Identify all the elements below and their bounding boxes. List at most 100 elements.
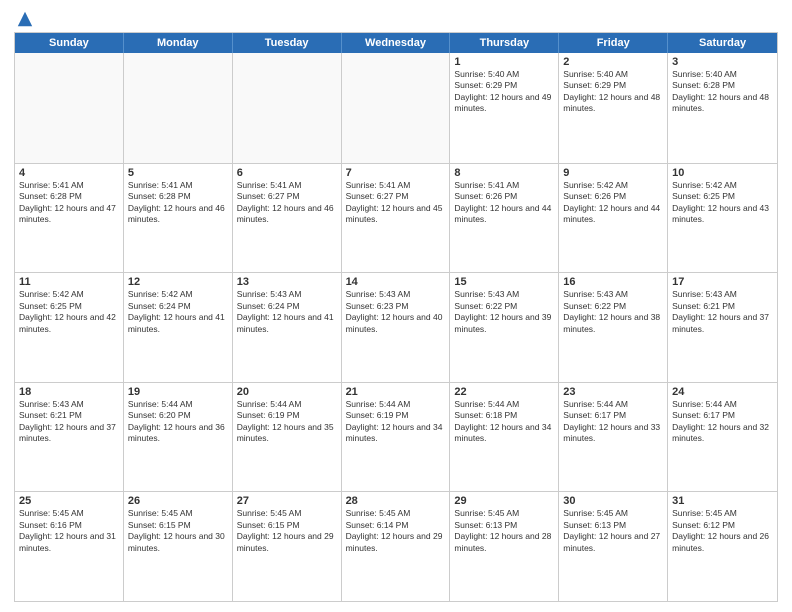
day-info: Sunrise: 5:43 AMSunset: 6:24 PMDaylight:…: [237, 289, 337, 335]
day-number: 16: [563, 276, 663, 288]
day-number: 21: [346, 386, 446, 398]
calendar-row-4: 18Sunrise: 5:43 AMSunset: 6:21 PMDayligh…: [15, 382, 777, 492]
day-number: 11: [19, 276, 119, 288]
day-info: Sunrise: 5:45 AMSunset: 6:14 PMDaylight:…: [346, 508, 446, 554]
header: [14, 10, 778, 28]
day-info: Sunrise: 5:43 AMSunset: 6:21 PMDaylight:…: [672, 289, 773, 335]
calendar-cell: 3Sunrise: 5:40 AMSunset: 6:28 PMDaylight…: [668, 53, 777, 163]
day-info: Sunrise: 5:40 AMSunset: 6:28 PMDaylight:…: [672, 69, 773, 115]
day-number: 18: [19, 386, 119, 398]
calendar-cell: [233, 53, 342, 163]
calendar-cell: 30Sunrise: 5:45 AMSunset: 6:13 PMDayligh…: [559, 492, 668, 601]
calendar-cell: 22Sunrise: 5:44 AMSunset: 6:18 PMDayligh…: [450, 383, 559, 492]
calendar-cell: 4Sunrise: 5:41 AMSunset: 6:28 PMDaylight…: [15, 164, 124, 273]
calendar-cell: [342, 53, 451, 163]
logo: [14, 10, 34, 28]
day-number: 14: [346, 276, 446, 288]
day-number: 15: [454, 276, 554, 288]
day-info: Sunrise: 5:41 AMSunset: 6:27 PMDaylight:…: [346, 180, 446, 226]
calendar-cell: 31Sunrise: 5:45 AMSunset: 6:12 PMDayligh…: [668, 492, 777, 601]
day-info: Sunrise: 5:45 AMSunset: 6:12 PMDaylight:…: [672, 508, 773, 554]
calendar-body: 1Sunrise: 5:40 AMSunset: 6:29 PMDaylight…: [15, 53, 777, 601]
calendar-cell: 13Sunrise: 5:43 AMSunset: 6:24 PMDayligh…: [233, 273, 342, 382]
calendar-row-3: 11Sunrise: 5:42 AMSunset: 6:25 PMDayligh…: [15, 272, 777, 382]
calendar-cell: 6Sunrise: 5:41 AMSunset: 6:27 PMDaylight…: [233, 164, 342, 273]
day-number: 9: [563, 167, 663, 179]
day-info: Sunrise: 5:45 AMSunset: 6:15 PMDaylight:…: [237, 508, 337, 554]
day-info: Sunrise: 5:44 AMSunset: 6:19 PMDaylight:…: [237, 399, 337, 445]
calendar-cell: [15, 53, 124, 163]
day-info: Sunrise: 5:40 AMSunset: 6:29 PMDaylight:…: [454, 69, 554, 115]
day-info: Sunrise: 5:42 AMSunset: 6:26 PMDaylight:…: [563, 180, 663, 226]
day-number: 25: [19, 495, 119, 507]
day-number: 23: [563, 386, 663, 398]
calendar-cell: 26Sunrise: 5:45 AMSunset: 6:15 PMDayligh…: [124, 492, 233, 601]
header-day-sunday: Sunday: [15, 33, 124, 53]
day-info: Sunrise: 5:42 AMSunset: 6:24 PMDaylight:…: [128, 289, 228, 335]
day-info: Sunrise: 5:41 AMSunset: 6:27 PMDaylight:…: [237, 180, 337, 226]
day-info: Sunrise: 5:41 AMSunset: 6:26 PMDaylight:…: [454, 180, 554, 226]
day-info: Sunrise: 5:43 AMSunset: 6:22 PMDaylight:…: [454, 289, 554, 335]
calendar-cell: 23Sunrise: 5:44 AMSunset: 6:17 PMDayligh…: [559, 383, 668, 492]
header-day-thursday: Thursday: [450, 33, 559, 53]
calendar-cell: 7Sunrise: 5:41 AMSunset: 6:27 PMDaylight…: [342, 164, 451, 273]
logo-icon: [16, 10, 34, 28]
day-number: 10: [672, 167, 773, 179]
day-number: 19: [128, 386, 228, 398]
day-number: 17: [672, 276, 773, 288]
day-number: 3: [672, 56, 773, 68]
day-number: 8: [454, 167, 554, 179]
calendar-cell: 24Sunrise: 5:44 AMSunset: 6:17 PMDayligh…: [668, 383, 777, 492]
day-number: 6: [237, 167, 337, 179]
calendar-cell: 17Sunrise: 5:43 AMSunset: 6:21 PMDayligh…: [668, 273, 777, 382]
header-day-friday: Friday: [559, 33, 668, 53]
calendar-cell: [124, 53, 233, 163]
day-number: 24: [672, 386, 773, 398]
day-number: 29: [454, 495, 554, 507]
calendar-cell: 16Sunrise: 5:43 AMSunset: 6:22 PMDayligh…: [559, 273, 668, 382]
calendar-cell: 5Sunrise: 5:41 AMSunset: 6:28 PMDaylight…: [124, 164, 233, 273]
day-info: Sunrise: 5:43 AMSunset: 6:23 PMDaylight:…: [346, 289, 446, 335]
day-number: 12: [128, 276, 228, 288]
header-day-saturday: Saturday: [668, 33, 777, 53]
calendar-cell: 12Sunrise: 5:42 AMSunset: 6:24 PMDayligh…: [124, 273, 233, 382]
calendar-cell: 1Sunrise: 5:40 AMSunset: 6:29 PMDaylight…: [450, 53, 559, 163]
day-info: Sunrise: 5:42 AMSunset: 6:25 PMDaylight:…: [672, 180, 773, 226]
day-info: Sunrise: 5:45 AMSunset: 6:15 PMDaylight:…: [128, 508, 228, 554]
calendar-row-2: 4 Sunrise: 5:41 AMSunset: 6:28 PMDaylight…: [15, 163, 777, 273]
header-day-wednesday: Wednesday: [342, 33, 451, 53]
day-info: Sunrise: 5:45 AMSunset: 6:13 PMDaylight:…: [454, 508, 554, 554]
calendar-cell: 29Sunrise: 5:45 AMSunset: 6:13 PMDayligh…: [450, 492, 559, 601]
day-info: Sunrise: 5:45 AMSunset: 6:13 PMDaylight:…: [563, 508, 663, 554]
day-info: Sunrise: 5:42 AMSunset: 6:25 PMDaylight:…: [19, 289, 119, 335]
calendar-cell: 27Sunrise: 5:45 AMSunset: 6:15 PMDayligh…: [233, 492, 342, 601]
day-info: Sunrise: 5:43 AMSunset: 6:22 PMDaylight:…: [563, 289, 663, 335]
day-number: 4: [19, 167, 119, 179]
header-day-monday: Monday: [124, 33, 233, 53]
calendar-cell: 18Sunrise: 5:43 AMSunset: 6:21 PMDayligh…: [15, 383, 124, 492]
day-number: 13: [237, 276, 337, 288]
calendar-cell: 19Sunrise: 5:44 AMSunset: 6:20 PMDayligh…: [124, 383, 233, 492]
day-number: 30: [563, 495, 663, 507]
day-number: 28: [346, 495, 446, 507]
day-number: 2: [563, 56, 663, 68]
day-info: Sunrise: 5:40 AMSunset: 6:29 PMDaylight:…: [563, 69, 663, 115]
day-info: Sunrise: 5:44 AMSunset: 6:17 PMDaylight:…: [672, 399, 773, 445]
day-info: Sunrise: 5:44 AMSunset: 6:19 PMDaylight:…: [346, 399, 446, 445]
header-day-tuesday: Tuesday: [233, 33, 342, 53]
day-info: Sunrise: 5:43 AMSunset: 6:21 PMDaylight:…: [19, 399, 119, 445]
day-info: Sunrise: 5:41 AMSunset: 6:28 PMDaylight:…: [128, 180, 228, 226]
calendar-cell: 25Sunrise: 5:45 AMSunset: 6:16 PMDayligh…: [15, 492, 124, 601]
calendar-header: SundayMondayTuesdayWednesdayThursdayFrid…: [15, 33, 777, 53]
calendar-row-1: 1Sunrise: 5:40 AMSunset: 6:29 PMDaylight…: [15, 53, 777, 163]
page: SundayMondayTuesdayWednesdayThursdayFrid…: [0, 0, 792, 612]
calendar-cell: 14Sunrise: 5:43 AMSunset: 6:23 PMDayligh…: [342, 273, 451, 382]
calendar-cell: 10Sunrise: 5:42 AMSunset: 6:25 PMDayligh…: [668, 164, 777, 273]
day-number: 26: [128, 495, 228, 507]
day-number: 5: [128, 167, 228, 179]
calendar-cell: 2Sunrise: 5:40 AMSunset: 6:29 PMDaylight…: [559, 53, 668, 163]
day-info: Sunrise: 5:44 AMSunset: 6:20 PMDaylight:…: [128, 399, 228, 445]
day-number: 22: [454, 386, 554, 398]
calendar-cell: 21Sunrise: 5:44 AMSunset: 6:19 PMDayligh…: [342, 383, 451, 492]
day-number: 20: [237, 386, 337, 398]
